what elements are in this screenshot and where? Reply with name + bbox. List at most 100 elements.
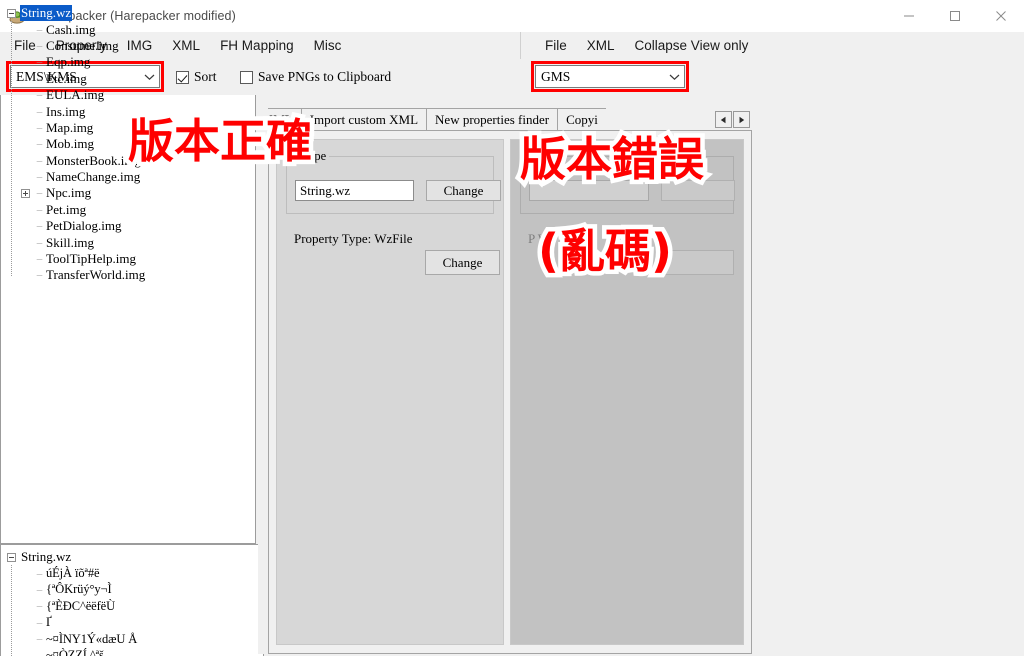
- tree-connector-icon: –: [36, 269, 43, 282]
- tree-item[interactable]: – Etc.img: [21, 71, 255, 87]
- menu-item-file-right[interactable]: File: [535, 35, 577, 56]
- tree-item-label: PetDialog.img: [46, 218, 122, 234]
- tree-item[interactable]: – EULA.img: [21, 87, 255, 103]
- tree-item-label: Ins.img: [46, 103, 86, 119]
- menu-item-xml-right[interactable]: XML: [577, 35, 625, 56]
- tree-item[interactable]: – Ґ: [21, 615, 263, 631]
- tree-item[interactable]: – {ªÈÐC^ëëfëÙ: [21, 598, 263, 614]
- tree-item-label: MonsterBook.img: [46, 152, 141, 168]
- toolbar-right: GMS: [520, 59, 1024, 95]
- expand-icon[interactable]: [21, 188, 30, 198]
- tree-connector-icon: –: [36, 39, 43, 52]
- tree-root-node[interactable]: String.wz: [7, 5, 255, 22]
- tree-item-label: úÉjÀ ïõª#ë: [46, 566, 100, 581]
- tree-root-label-right: String.wz: [21, 549, 72, 565]
- tree-item-label: ~¤ÒZZÍ ^ªš: [46, 648, 104, 656]
- tree-item[interactable]: – Pet.img: [21, 202, 255, 218]
- center-tab-control: custom XML Import custom XML New propert…: [268, 108, 752, 654]
- tab-new-properties-finder[interactable]: New properties finder: [426, 108, 559, 131]
- property-name-group-title: Prope: [294, 149, 330, 164]
- property-type-label-disabled: P W: [528, 231, 551, 246]
- tree-connector-icon: –: [36, 220, 43, 233]
- tree-connector-icon: –: [36, 121, 43, 134]
- tree-connector-icon: –: [36, 583, 43, 596]
- maximize-icon[interactable]: [932, 0, 978, 32]
- tree-connector-icon: –: [36, 89, 43, 102]
- tab-strip: custom XML Import custom XML New propert…: [268, 108, 752, 131]
- tree-item[interactable]: – Skill.img: [21, 234, 255, 250]
- tree-item[interactable]: – Npc.img: [21, 185, 255, 201]
- window-controls: [886, 0, 1024, 32]
- tree-children: – Cash.img – Consume.img – Eqp.img – Etc.img – EU…: [7, 21, 255, 283]
- change-name-button-label: Change: [443, 182, 484, 198]
- collapse-icon[interactable]: [7, 552, 16, 562]
- tree-connector-icon: –: [36, 56, 43, 69]
- tree-connector-icon: –: [36, 72, 43, 85]
- tree-item[interactable]: – MonsterBook.img: [21, 153, 255, 169]
- change-type-button[interactable]: Change: [425, 250, 500, 275]
- tree-item[interactable]: – {ªÔKrüý°y¬Ì: [21, 582, 263, 598]
- tree-item[interactable]: – TransferWorld.img: [21, 267, 255, 283]
- tree-item[interactable]: – Map.img: [21, 120, 255, 136]
- tree-item-label: ~¤ÌNY1Ý«dæU Å: [46, 631, 138, 646]
- tree-item[interactable]: – NameChange.img: [21, 169, 255, 185]
- tree-item-label: {ªÈÐC^ëëfëÙ: [46, 598, 116, 613]
- tree-item-label: Cash.img: [46, 21, 96, 37]
- menu-item-misc[interactable]: Misc: [304, 35, 352, 56]
- tree-item[interactable]: – Mob.img: [21, 136, 255, 152]
- tree-item-label: Ґ: [46, 615, 52, 630]
- minimize-icon[interactable]: [886, 0, 932, 32]
- menu-item-collapse-view-only[interactable]: Collapse View only: [625, 35, 759, 56]
- tree-item[interactable]: – Ins.img: [21, 103, 255, 119]
- tab-page: Prope String.wz Change Property Type: Wz…: [268, 130, 752, 654]
- tab-import-custom-xml[interactable]: Import custom XML: [300, 108, 428, 131]
- tab-scroll-buttons: [715, 108, 752, 131]
- tree-item-label: Etc.img: [46, 70, 87, 86]
- tree-connector-icon: –: [36, 187, 43, 200]
- property-name-input[interactable]: String.wz: [295, 180, 414, 201]
- splitter-left[interactable]: [258, 110, 268, 654]
- change-type-button-disabled: [660, 250, 734, 275]
- tree-item-label: Eqp.img: [46, 54, 91, 70]
- splitter-right[interactable]: [752, 110, 758, 654]
- change-name-button[interactable]: Change: [426, 180, 501, 201]
- version-select-right[interactable]: GMS: [535, 65, 685, 88]
- tree-connector-icon: –: [36, 649, 43, 656]
- tab-copying-label: Copyi: [566, 112, 598, 127]
- tree-item[interactable]: – úÉjÀ ïõª#ë: [21, 565, 263, 581]
- triangle-left-icon[interactable]: [715, 111, 732, 128]
- tree-item[interactable]: – ~¤ÌNY1Ý«dæU Å: [21, 631, 263, 647]
- version-select-right-value: GMS: [541, 68, 571, 84]
- tab-custom-xml-label: custom XML: [268, 112, 293, 127]
- tree-item[interactable]: – Cash.img: [21, 21, 255, 37]
- save-pngs-checkbox[interactable]: Save PNGs to Clipboard: [240, 69, 391, 85]
- tree-root-node-right[interactable]: String.wz: [7, 549, 263, 565]
- tree-item-label: {ªÔKrüý°y¬Ì: [46, 582, 112, 597]
- collapse-icon[interactable]: [7, 8, 16, 18]
- tree-item-label: Mob.img: [46, 136, 95, 152]
- left-file-tree[interactable]: String.wz – Cash.img – Consume.img – Eqp.img –…: [0, 0, 256, 544]
- property-name-input-disabled: [529, 180, 649, 201]
- tree-item[interactable]: – Consume.img: [21, 38, 255, 54]
- tree-connector-icon: –: [36, 567, 43, 580]
- tree-item[interactable]: – PetDialog.img: [21, 218, 255, 234]
- tree-connector-icon: –: [36, 236, 43, 249]
- property-name-group-title-disabled: Pr: [528, 149, 546, 164]
- tree-item[interactable]: – ~¤ÒZZÍ ^ªš: [21, 647, 263, 656]
- tree-item[interactable]: – Eqp.img: [21, 54, 255, 70]
- close-icon[interactable]: [978, 0, 1024, 32]
- tree-item-label: Npc.img: [46, 185, 92, 201]
- change-type-button-label: Change: [442, 254, 483, 270]
- left-file-tree-inner: String.wz – Cash.img – Consume.img – Eqp.img –…: [1, 1, 255, 284]
- tree-item-label: ToolTipHelp.img: [46, 251, 136, 267]
- triangle-right-icon[interactable]: [733, 111, 750, 128]
- tree-connector-icon: –: [36, 203, 43, 216]
- tree-item-label: Consume.img: [46, 37, 119, 53]
- property-name-input-value: String.wz: [300, 182, 351, 198]
- tree-item[interactable]: – ToolTipHelp.img: [21, 251, 255, 267]
- tree-children-right: – úÉjÀ ïõª#ë – {ªÔKrüý°y¬Ì – {ªÈÐC^ëëfëÙ – Ґ – ~¤…: [7, 565, 263, 656]
- tab-copying[interactable]: Copyi: [557, 108, 606, 131]
- right-file-tree[interactable]: String.wz – úÉjÀ ïõª#ë – {ªÔKrüý°y¬Ì – {ªÈÐC^…: [0, 544, 264, 656]
- tab-custom-xml[interactable]: custom XML: [268, 108, 302, 131]
- tab-import-custom-xml-label: Import custom XML: [309, 112, 419, 127]
